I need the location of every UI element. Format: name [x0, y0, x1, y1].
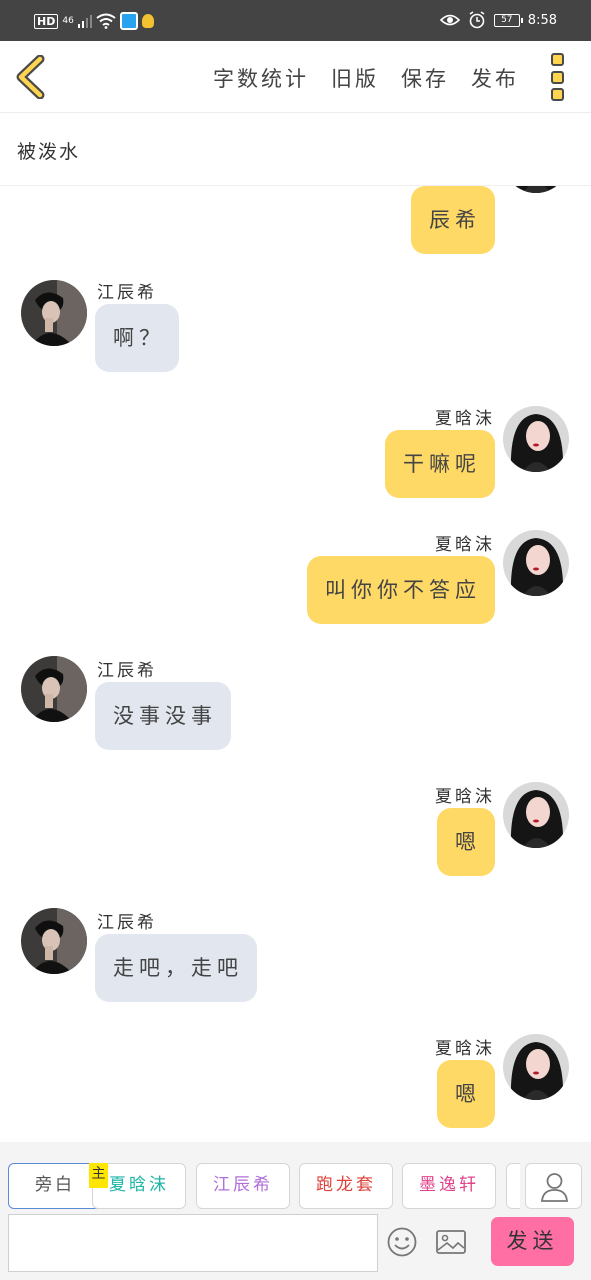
back-arrow-icon[interactable] [14, 55, 48, 99]
chapter-title-bar[interactable]: 被泼水 [0, 113, 591, 186]
chat-list[interactable]: 辰希 江辰希 啊？ 夏晗沫 干嘛呢 夏晗沫 叫你你不答应 江辰希 没事没事 夏晗… [0, 186, 591, 1142]
message-bubble[interactable]: 干嘛呢 [385, 430, 495, 498]
character-chip-xia[interactable]: 主 夏晗沫 [89, 1163, 186, 1209]
word-count-button[interactable]: 字数统计 [213, 63, 309, 93]
message-input[interactable] [8, 1214, 378, 1272]
character-chip-narrator[interactable]: 旁白 [8, 1163, 102, 1209]
character-chip-label: 旁白 [35, 1175, 75, 1195]
avatar[interactable] [503, 1034, 569, 1100]
sender-name: 夏晗沫 [435, 787, 495, 807]
send-button[interactable]: 发送 [491, 1217, 574, 1266]
avatar[interactable] [21, 908, 87, 974]
character-chip-extra[interactable]: 跑龙套 [299, 1163, 393, 1209]
character-chip-label: 江辰希 [213, 1175, 273, 1195]
signal-icon [77, 15, 92, 28]
character-manager-button[interactable] [525, 1163, 582, 1209]
sender-name: 江辰希 [97, 661, 157, 681]
old-version-button[interactable]: 旧版 [331, 63, 379, 93]
message-bubble[interactable]: 走吧，走吧 [95, 934, 257, 1002]
avatar[interactable] [503, 782, 569, 848]
clock: 8:58 [527, 12, 557, 28]
more-menu-icon[interactable] [551, 53, 567, 101]
editor-toolbar: 字数统计 旧版 保存 发布 [0, 41, 591, 113]
message-bubble[interactable]: 叫你你不答应 [307, 556, 495, 624]
composer-panel: 旁白 主 夏晗沫 江辰希 跑龙套 墨逸轩 发送 [0, 1142, 591, 1280]
bulb-icon [141, 14, 154, 28]
chapter-title: 被泼水 [17, 141, 81, 163]
character-chip-label: 夏晗沫 [109, 1175, 169, 1195]
status-bar: HD 46 57 8:58 [0, 0, 591, 41]
character-chip-label: 墨逸轩 [419, 1175, 479, 1195]
character-chip-more[interactable] [506, 1163, 520, 1209]
alarm-icon [469, 11, 485, 29]
app-notification-icon [119, 12, 138, 30]
wifi-icon [96, 13, 116, 29]
sender-name: 江辰希 [97, 283, 157, 303]
avatar[interactable] [21, 656, 87, 722]
message-bubble[interactable]: 嗯 [437, 808, 495, 876]
person-icon [541, 1173, 568, 1202]
message-bubble[interactable]: 啊？ [95, 304, 179, 372]
character-chip-jiang[interactable]: 江辰希 [196, 1163, 290, 1209]
sender-name: 夏晗沫 [435, 409, 495, 429]
sender-name: 江辰希 [97, 913, 157, 933]
avatar[interactable] [503, 406, 569, 472]
hd-indicator: HD [34, 13, 59, 29]
main-character-badge: 主 [89, 1163, 108, 1188]
avatar[interactable] [503, 530, 569, 596]
message-bubble[interactable]: 没事没事 [95, 682, 231, 750]
character-chip-label: 跑龙套 [316, 1175, 376, 1195]
eye-icon [439, 14, 460, 26]
image-icon[interactable] [435, 1226, 467, 1258]
avatar[interactable] [503, 186, 569, 193]
character-chip-mo[interactable]: 墨逸轩 [402, 1163, 496, 1209]
sender-name: 夏晗沫 [435, 1039, 495, 1059]
battery-indicator: 57 [493, 13, 523, 27]
message-bubble[interactable]: 嗯 [437, 1060, 495, 1128]
message-bubble[interactable]: 辰希 [411, 186, 495, 254]
publish-button[interactable]: 发布 [471, 63, 519, 93]
signal-label: 46 [62, 16, 74, 26]
emoji-icon[interactable] [386, 1226, 418, 1258]
avatar[interactable] [21, 280, 87, 346]
save-button[interactable]: 保存 [401, 63, 449, 93]
sender-name: 夏晗沫 [435, 535, 495, 555]
character-selector: 旁白 主 夏晗沫 江辰希 跑龙套 墨逸轩 [0, 1163, 520, 1211]
